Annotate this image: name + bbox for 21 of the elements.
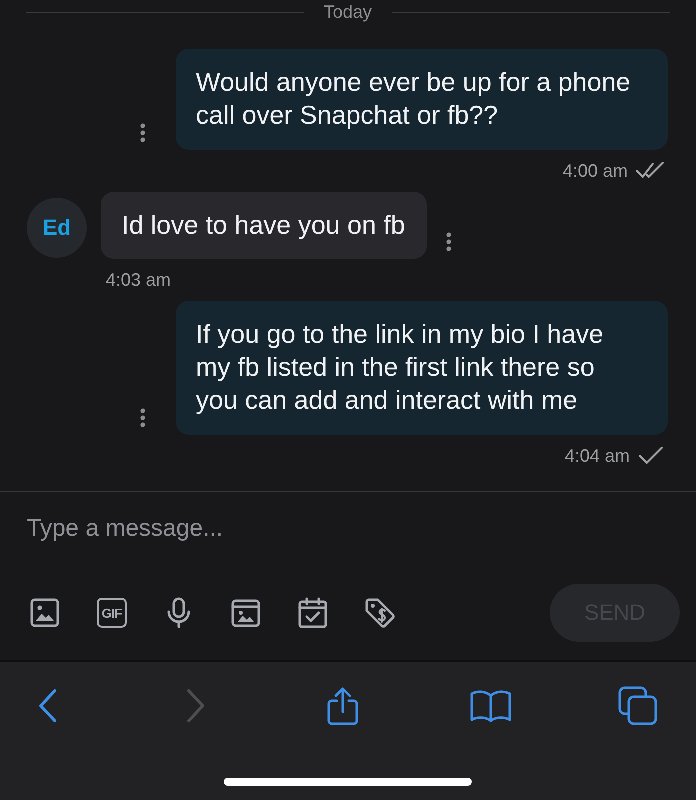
share-icon[interactable] (326, 686, 360, 726)
gif-button[interactable]: GIF (97, 598, 127, 628)
more-options-icon[interactable] (140, 123, 146, 143)
message-time: 4:00 am (562, 160, 628, 182)
message-text: Id love to have you on fb (122, 209, 406, 242)
message-time: 4:03 am (106, 269, 172, 291)
price-tag-icon[interactable] (364, 597, 396, 629)
back-icon[interactable] (38, 689, 58, 723)
photo-album-icon[interactable] (230, 597, 262, 629)
message-input[interactable]: Type a message... (27, 509, 667, 549)
book-icon[interactable] (468, 689, 512, 723)
date-label: Today (324, 1, 372, 24)
image-icon[interactable] (29, 597, 61, 629)
avatar: Ed (27, 198, 87, 258)
more-options-icon[interactable] (140, 408, 146, 428)
calendar-check-icon[interactable] (297, 597, 329, 629)
message-text: Would anyone ever be up for a phone call over Snapchat or fb?? (196, 66, 632, 132)
tabs-icon[interactable] (618, 686, 658, 726)
more-options-icon[interactable] (446, 232, 452, 252)
message-text: If you go to the link in my bio I have my fb listed in the first link there so you can add and interact with me (196, 318, 605, 417)
message-time: 4:04 am (564, 445, 630, 467)
